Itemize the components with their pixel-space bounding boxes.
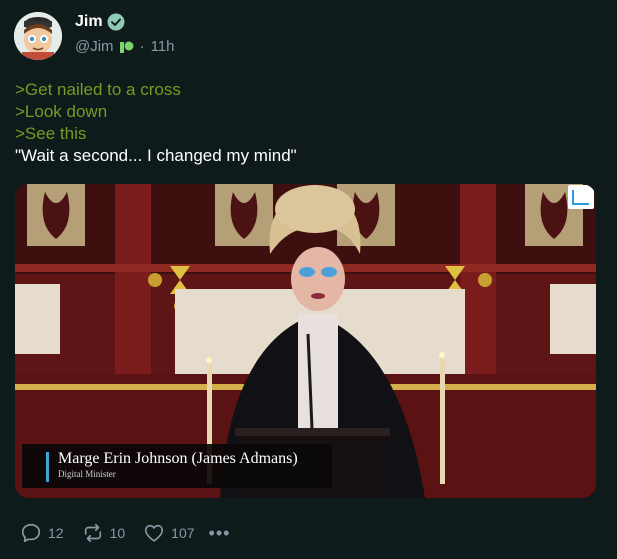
caption-accent-bar <box>46 452 49 482</box>
repost-count: 10 <box>109 525 126 541</box>
greentext-line: >See this <box>15 124 87 143</box>
repost-icon <box>84 523 101 543</box>
post-text: >Get nailed to a cross >Look down >See t… <box>15 79 297 167</box>
author-avatar[interactable] <box>14 12 62 60</box>
like-button[interactable]: 107 <box>143 522 195 544</box>
greentext-line: >Get nailed to a cross <box>15 80 181 99</box>
post-time[interactable]: 11h <box>151 38 175 55</box>
caption-name: Marge Erin Johnson (James Admans) <box>58 450 298 467</box>
reply-count: 12 <box>48 525 64 541</box>
author-name[interactable]: Jim <box>75 13 103 31</box>
quote-line: "Wait a second... I changed my mind" <box>15 146 297 165</box>
post-actions: 12 10 107 ••• <box>20 522 230 544</box>
post-card: Jim @Jim · 11h >Get nailed to a cross >L… <box>0 0 617 559</box>
repost-button[interactable]: 10 <box>82 522 126 544</box>
video-caption: Marge Erin Johnson (James Admans) Digita… <box>22 444 332 488</box>
expand-media-icon[interactable] <box>568 185 594 209</box>
patreon-badge-icon <box>119 41 134 53</box>
verified-badge-icon <box>107 13 125 31</box>
reply-button[interactable]: 12 <box>20 522 64 544</box>
caption-title: Digital Minister <box>58 469 116 479</box>
heart-icon <box>145 524 164 542</box>
reply-icon <box>21 523 41 543</box>
author-handle[interactable]: @Jim <box>75 38 114 55</box>
like-count: 107 <box>171 525 195 541</box>
meta-separator: · <box>139 38 145 55</box>
more-options-icon[interactable]: ••• <box>209 524 231 542</box>
author-meta: @Jim · 11h <box>75 38 174 55</box>
attached-video[interactable]: Marge Erin Johnson (James Admans) Digita… <box>15 184 596 498</box>
greentext-line: >Look down <box>15 102 108 121</box>
